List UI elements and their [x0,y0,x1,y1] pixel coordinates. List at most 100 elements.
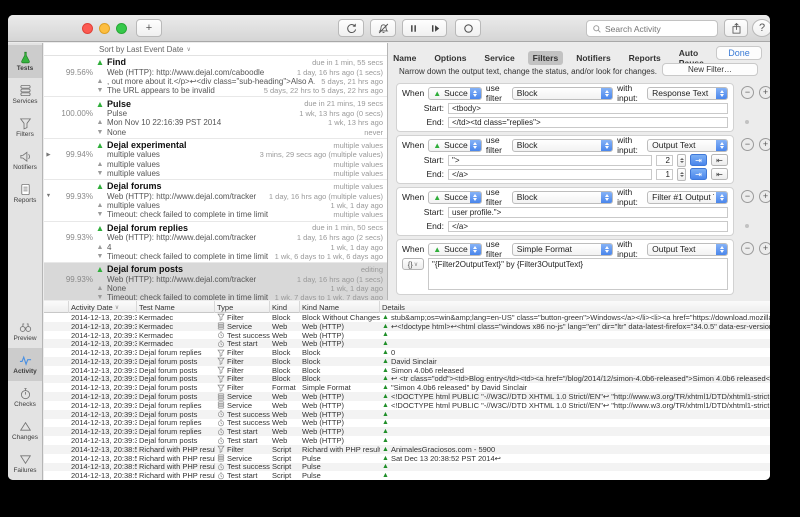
check-now-button[interactable] [338,19,364,37]
remove-filter-button[interactable]: − [741,138,754,151]
column-header-details[interactable]: Details [380,303,770,312]
column-header-activity-date[interactable]: Activity Date∨ [69,301,137,313]
status-popup[interactable]: ▲Success [428,191,482,204]
done-button[interactable]: Done [716,46,762,60]
table-row[interactable]: 2014-12-13, 20:38:52Richard with PHP res… [44,471,770,480]
table-row[interactable]: 2014-12-13, 20:39:33Dejal forum postsTes… [44,410,770,419]
disclosure-down-icon[interactable]: ▼ [44,193,53,199]
minimize-window-button[interactable] [99,23,110,34]
input-source-popup[interactable]: Filter #1 Output Text [647,191,728,204]
test-item[interactable]: ▲Pulsedue in 21 mins, 19 secs100.00%Puls… [44,97,387,138]
sort-bar[interactable]: Sort by Last Event Date ∨ [44,43,387,56]
filter-type-popup[interactable]: Simple Format [512,243,613,256]
start-field[interactable] [448,155,652,166]
column-header-kind-name[interactable]: Kind Name [300,301,380,313]
new-filter-button[interactable]: New Filter… [662,63,758,76]
column-header-type[interactable]: Type [215,301,270,313]
start-field[interactable] [448,103,728,114]
tab-filters[interactable]: Filters [528,51,564,65]
table-row[interactable]: 2014-12-13, 20:39:33Dejal forum postsFil… [44,357,770,366]
tab-service[interactable]: Service [479,51,519,65]
test-item[interactable]: ▲Dejal forum repliesdue in 1 min, 50 sec… [44,222,387,263]
table-row[interactable]: 2014-12-13, 20:39:31Dejal forum postsTes… [44,436,770,445]
share-button[interactable] [724,19,748,37]
format-template-field[interactable]: "{Filter2OutputText}" by {Filter3OutputT… [428,258,728,290]
tab-name[interactable]: Name [388,51,421,65]
test-item[interactable]: ▲Dejal experimentalmultiple values▶99.94… [44,139,387,180]
test-item[interactable]: ▲Dejal forumsmultiple values▼99.93%Web (… [44,180,387,221]
zoom-window-button[interactable] [116,23,127,34]
pause-button[interactable] [402,19,425,37]
input-source-popup[interactable]: Output Text [647,139,728,152]
table-row[interactable]: 2014-12-13, 20:38:53Richard with PHP res… [44,454,770,463]
search-backward-button[interactable]: ⇤ [711,154,728,166]
remove-filter-button[interactable]: − [741,190,754,203]
stepper-icon[interactable] [677,154,686,167]
end-field[interactable] [448,117,728,128]
sidebar-item-reports[interactable]: Reports [8,177,42,210]
table-row[interactable]: 2014-12-13, 20:39:35KermadecTest startWe… [44,339,770,348]
resume-button[interactable] [424,19,447,37]
table-row[interactable]: 2014-12-13, 20:39:33Dejal forum repliesT… [44,419,770,428]
table-row[interactable]: 2014-12-13, 20:39:33Dejal forum postsFil… [44,366,770,375]
search-forward-button[interactable]: ⇥ [690,154,707,166]
stepper-icon[interactable] [677,168,686,181]
add-filter-button[interactable]: + [759,242,770,255]
column-header-test-name[interactable]: Test Name [137,301,215,313]
search-backward-button[interactable]: ⇤ [711,168,728,180]
table-row[interactable]: 2014-12-13, 20:39:33Dejal forum postsSer… [44,392,770,401]
table-row[interactable]: 2014-12-13, 20:39:33Dejal forum postsFil… [44,383,770,392]
test-item[interactable]: ▲Finddue in 1 min, 55 secs99.56%Web (HTT… [44,56,387,97]
search-field[interactable] [586,20,718,37]
status-popup[interactable]: ▲Success [428,87,482,100]
table-row[interactable]: 2014-12-13, 20:38:53Richard with PHP res… [44,445,770,454]
add-test-button[interactable]: + [136,19,162,37]
tab-reports[interactable]: Reports [624,51,666,65]
close-window-button[interactable] [82,23,93,34]
record-button[interactable] [455,19,481,37]
table-row[interactable]: 2014-12-13, 20:39:37KermadecTest success… [44,331,770,340]
status-popup[interactable]: ▲Success [428,243,482,256]
remove-filter-button[interactable]: − [741,242,754,255]
search-input[interactable] [605,24,712,34]
tab-notifiers[interactable]: Notifiers [571,51,615,65]
occurrence-count-field[interactable]: 1 [656,169,673,180]
sidebar-item-services[interactable]: Services [8,78,42,111]
table-row[interactable]: 2014-12-13, 20:38:53Richard with PHP res… [44,463,770,472]
add-filter-button[interactable]: + [759,86,770,99]
filter-type-popup[interactable]: Block [512,87,613,100]
add-filter-button[interactable]: + [759,190,770,203]
filter-type-popup[interactable]: Block [512,191,613,204]
search-forward-button[interactable]: ⇥ [690,168,707,180]
sidebar-item-filters[interactable]: Filters [8,111,42,144]
tab-options[interactable]: Options [429,51,471,65]
occurrence-count-field[interactable]: 2 [656,155,673,166]
sidebar-item-notifiers[interactable]: Notifiers [8,144,42,177]
disclosure-right-icon[interactable]: ▶ [44,152,53,158]
status-popup[interactable]: ▲Success [428,139,482,152]
sidebar-item-tests[interactable]: Tests [8,45,42,78]
remove-filter-button[interactable]: − [741,86,754,99]
table-header[interactable]: Activity Date∨Test NameTypeKindKind Name… [44,301,770,313]
sidebar-item-activity[interactable]: Activity [8,348,42,381]
table-row[interactable]: 2014-12-13, 20:39:37KermadecFilterBlockB… [44,313,770,322]
table-row[interactable]: 2014-12-13, 20:39:37KermadecServiceWebWe… [44,322,770,331]
start-field[interactable] [448,207,728,218]
table-row[interactable]: 2014-12-13, 20:39:33Dejal forum repliesF… [44,348,770,357]
sidebar-item-checks[interactable]: Checks [8,381,42,414]
table-row[interactable]: 2014-12-13, 20:39:32Dejal forum repliesT… [44,427,770,436]
sidebar-item-preview[interactable]: Preview [8,315,42,348]
sidebar-item-failures[interactable]: Failures [8,447,42,480]
mute-notifiers-button[interactable] [370,19,396,37]
filter-type-popup[interactable]: Block [512,139,613,152]
help-button[interactable]: ? [752,19,770,37]
end-field[interactable] [448,221,728,232]
add-filter-button[interactable]: + [759,138,770,151]
test-item[interactable]: ▲Dejal forum postsediting99.93%Web (HTTP… [44,263,387,300]
input-source-popup[interactable]: Output Text [647,243,728,256]
column-header-kind[interactable]: Kind [270,301,300,313]
input-source-popup[interactable]: Response Text [647,87,728,100]
table-row[interactable]: 2014-12-13, 20:39:33Dejal forum repliesS… [44,401,770,410]
insert-token-button[interactable]: {}∨ [402,258,424,270]
sidebar-item-changes[interactable]: Changes [8,414,42,447]
